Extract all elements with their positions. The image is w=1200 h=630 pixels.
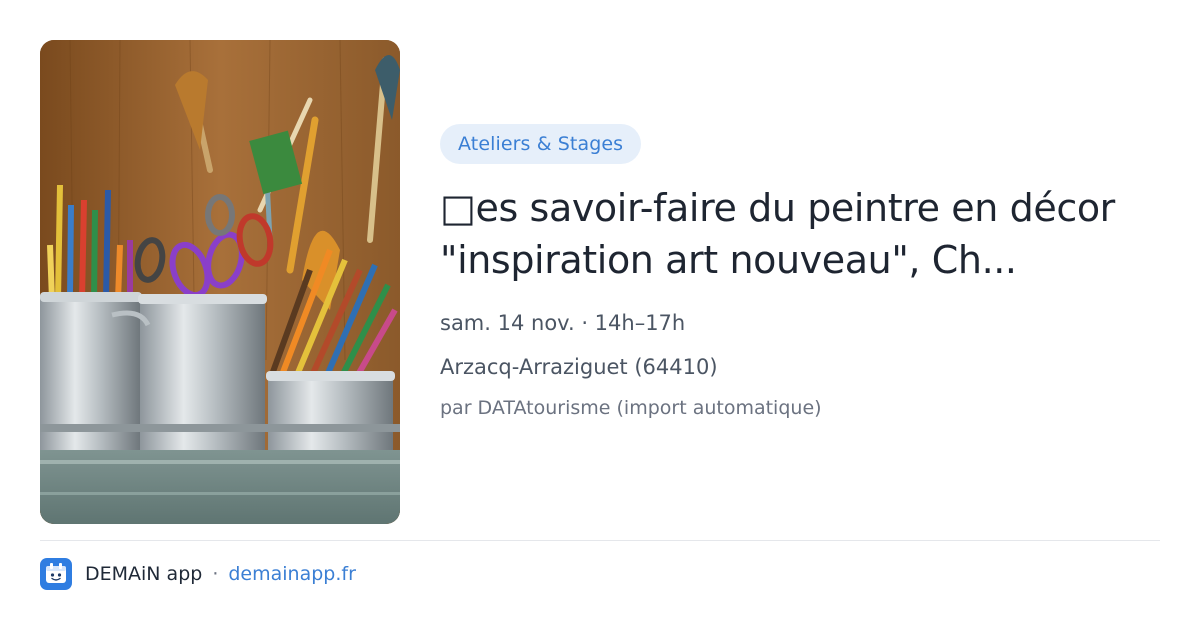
domain-link[interactable]: demainapp.fr xyxy=(228,563,356,585)
event-author: par DATAtourisme (import automatique) xyxy=(440,397,822,419)
footer-divider xyxy=(40,540,1160,541)
app-name[interactable]: DEMAiN app xyxy=(85,563,202,585)
event-title[interactable]: □es savoir-faire du peintre en décor "in… xyxy=(440,182,1160,286)
event-date: sam. 14 nov. · 14h–17h xyxy=(440,311,686,335)
event-location: Arzacq-Arraziguet (64410) xyxy=(440,355,718,379)
calendar-face-icon[interactable] xyxy=(40,558,72,590)
category-badge[interactable]: Ateliers & Stages xyxy=(440,124,642,164)
event-card[interactable]: Ateliers & Stages □es savoir-faire du pe… xyxy=(40,40,1160,524)
footer: DEMAiN app · demainapp.fr xyxy=(40,557,356,591)
footer-separator: · xyxy=(212,563,219,585)
event-info: Ateliers & Stages □es savoir-faire du pe… xyxy=(440,124,1160,420)
event-image[interactable] xyxy=(40,40,400,524)
